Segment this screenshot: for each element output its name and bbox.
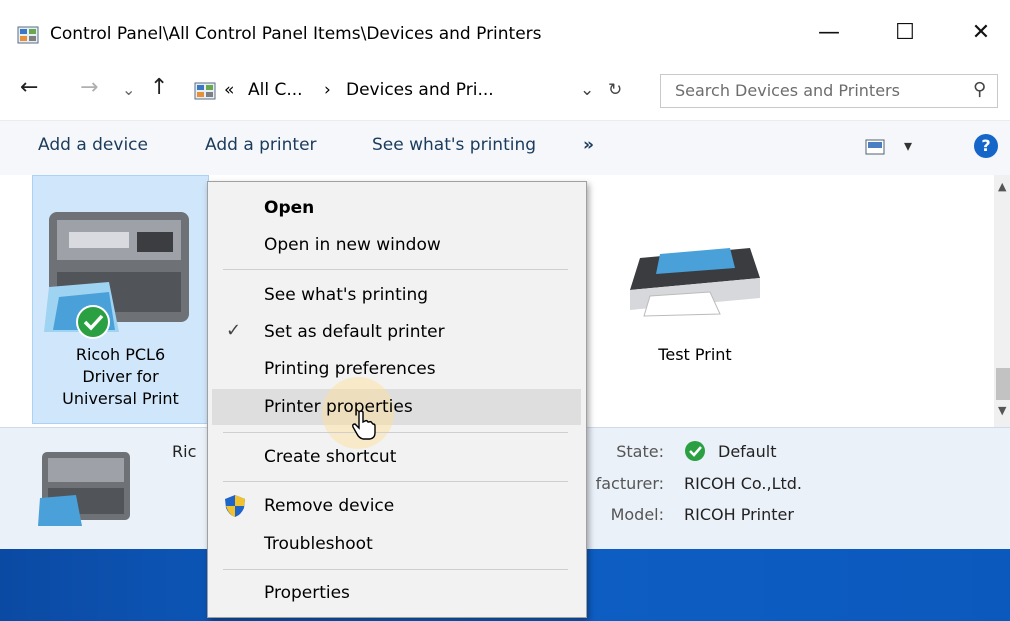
help-button[interactable]: ? [974, 134, 998, 158]
forward-button[interactable]: → [80, 75, 98, 100]
shield-icon [225, 495, 245, 517]
device-item-test-print[interactable]: Test Print [600, 198, 790, 378]
close-button[interactable]: ✕ [958, 20, 1004, 45]
recent-locations-button[interactable]: ⌄ [122, 80, 135, 99]
see-whats-printing-button[interactable]: See what's printing [372, 135, 536, 155]
up-button[interactable]: ↑ [150, 75, 168, 100]
details-model-value: RICOH Printer [684, 505, 794, 524]
menu-separator [223, 269, 568, 270]
refresh-icon[interactable]: ↻ [608, 80, 622, 100]
details-device-name: Ric [172, 442, 197, 461]
menu-item-set-default[interactable]: Set as default printer [264, 322, 445, 342]
menu-item-printing-preferences[interactable]: Printing preferences [264, 359, 436, 379]
search-box[interactable]: Search Devices and Printers ⚲ [660, 74, 998, 108]
hand-cursor-icon [352, 410, 376, 440]
search-input[interactable]: Search Devices and Printers [675, 81, 900, 100]
scroll-down-icon[interactable]: ▼ [998, 404, 1006, 417]
device-label-line1: Ricoh PCL6 [75, 345, 166, 364]
scroll-up-icon[interactable]: ▲ [998, 180, 1006, 193]
device-item-ricoh[interactable]: Ricoh PCL6 Driver for Universal Print [32, 175, 209, 424]
control-panel-icon [194, 82, 216, 100]
breadcrumb-separator: › [324, 80, 331, 100]
menu-item-remove-device[interactable]: Remove device [264, 496, 394, 516]
default-checkmark-icon [76, 305, 110, 339]
menu-separator [223, 569, 568, 570]
details-manufacturer-value: RICOH Co.,Ltd. [684, 474, 802, 493]
view-options-icon[interactable] [865, 139, 885, 155]
more-commands-button[interactable]: » [583, 135, 594, 155]
device-label-line3: Universal Print [62, 389, 179, 408]
device-label-line2: Driver for [82, 367, 159, 386]
window-title: Control Panel\All Control Panel Items\De… [50, 24, 542, 44]
breadcrumb-all-items[interactable]: All C... [248, 80, 303, 100]
menu-item-see-whats-printing[interactable]: See what's printing [264, 285, 428, 305]
add-printer-button[interactable]: Add a printer [205, 135, 317, 155]
view-dropdown-icon[interactable]: ▾ [904, 136, 912, 155]
checkmark-icon: ✓ [226, 320, 242, 341]
details-printer-icon [38, 452, 130, 526]
search-icon[interactable]: ⚲ [973, 79, 986, 100]
menu-item-troubleshoot[interactable]: Troubleshoot [264, 534, 373, 554]
device-label-test-print: Test Print [658, 345, 732, 364]
multifunction-printer-icon [44, 212, 189, 332]
menu-item-create-shortcut[interactable]: Create shortcut [264, 447, 396, 467]
title-bar: Control Panel\All Control Panel Items\De… [0, 0, 1010, 64]
back-button[interactable]: ← [20, 75, 38, 100]
address-bar[interactable]: « All C... › Devices and Pri... ⌄ ↻ [194, 74, 634, 108]
breadcrumb-overflow[interactable]: « [224, 80, 234, 100]
breadcrumb-devices-printers[interactable]: Devices and Pri... [346, 80, 494, 100]
menu-item-printer-properties[interactable]: Printer properties [264, 397, 413, 417]
maximize-button[interactable]: ☐ [882, 20, 928, 45]
minimize-button[interactable]: — [806, 20, 852, 45]
menu-item-properties[interactable]: Properties [264, 583, 350, 603]
menu-item-open-new-window[interactable]: Open in new window [264, 235, 441, 255]
address-dropdown-icon[interactable]: ⌄ [580, 80, 594, 100]
scrollbar-thumb[interactable] [996, 368, 1010, 400]
menu-separator [223, 481, 568, 482]
control-panel-icon [17, 26, 39, 44]
menu-item-open[interactable]: Open [264, 198, 314, 218]
menu-separator [223, 432, 568, 433]
add-device-button[interactable]: Add a device [38, 135, 148, 155]
printer-icon [630, 248, 760, 317]
details-state-value: Default [718, 442, 777, 461]
default-state-icon [685, 441, 705, 461]
